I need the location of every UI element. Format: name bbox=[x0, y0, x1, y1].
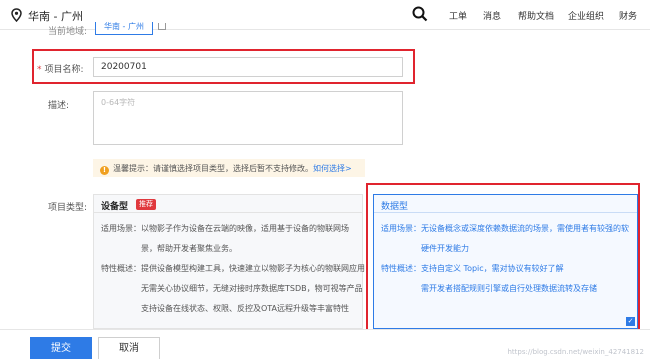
device-card-title: 设备型 bbox=[101, 202, 129, 212]
project-name-input[interactable]: 20200701 bbox=[93, 57, 403, 77]
project-name-label-text: 项目名称: bbox=[44, 65, 84, 75]
description-label: 描述: bbox=[48, 101, 70, 111]
cancel-button[interactable]: 取消 bbox=[98, 337, 160, 359]
device-line: 景，帮助开发者聚焦业务。 bbox=[141, 244, 237, 253]
data-card-title: 数据型 bbox=[381, 202, 409, 212]
bottom-action-bar: 提交 取消 https://blog.csdn.net/weixin_42741… bbox=[0, 329, 650, 359]
nav-item-tickets[interactable]: 工单 bbox=[449, 9, 467, 22]
project-type-label: 项目类型: bbox=[48, 203, 88, 213]
region-selector[interactable]: 华南 - 广州 bbox=[28, 8, 83, 24]
tip-text: 温馨提示：请谨慎选择项目类型，选择后暂不支持修改。 bbox=[113, 164, 313, 173]
device-line: 特性概述：提供设备模型构建工具，快速建立以物影子为核心的物联网应用 bbox=[101, 264, 365, 273]
device-line: 适用场景：以物影子作为设备在云端的映像，适用基于设备的物联网场 bbox=[101, 224, 349, 233]
nav-item-help-docs[interactable]: 帮助文档 bbox=[518, 9, 554, 22]
tip-banner: ! 温馨提示：请谨慎选择项目类型，选择后暂不支持修改。如何选择> bbox=[93, 159, 365, 177]
nav-item-organization[interactable]: 企业组织 bbox=[568, 9, 604, 22]
submit-button[interactable]: 提交 bbox=[30, 337, 92, 359]
data-line: 适用场景：无设备概念或深度依赖数据流的场景，需使用者有较强的软 bbox=[381, 224, 629, 233]
card-header bbox=[374, 195, 637, 213]
search-icon[interactable] bbox=[412, 6, 428, 22]
region-option-other[interactable] bbox=[158, 23, 166, 30]
project-form: 当前地域: 华南 - 广州 * 项目名称: 20200701 描述: 0-64字符… bbox=[0, 22, 650, 336]
data-line: 需开发者搭配规则引擎或自行处理数据流转及存储 bbox=[421, 284, 597, 293]
region-label: 当前地域: bbox=[48, 27, 88, 37]
device-line: 无需关心协议细节，无缝对接时序数据库TSDB，物可视等产品 bbox=[141, 284, 363, 293]
project-name-label: * 项目名称: bbox=[37, 62, 84, 75]
data-line: 特性概述：支持自定义 Topic，需对协议有较好了解 bbox=[381, 264, 564, 273]
data-line: 硬件开发能力 bbox=[421, 244, 469, 253]
project-type-data-card[interactable]: 数据型 适用场景：无设备概念或深度依赖数据流的场景，需使用者有较强的软 硬件开发… bbox=[373, 194, 638, 329]
device-line: 支持设备在线状态、权限、反控及OTA远程升级等丰富特性 bbox=[141, 304, 350, 313]
selected-check-icon: ✓ bbox=[626, 317, 635, 326]
location-pin-icon bbox=[11, 8, 22, 22]
nav-item-messages[interactable]: 消息 bbox=[483, 9, 501, 22]
recommended-badge: 推荐 bbox=[136, 199, 156, 210]
card-header bbox=[94, 195, 362, 213]
nav-item-finance[interactable]: 财务 bbox=[619, 9, 637, 22]
warning-icon: ! bbox=[100, 166, 109, 175]
watermark: https://blog.csdn.net/weixin_42741812 bbox=[507, 348, 644, 356]
region-option-selected[interactable]: 华南 - 广州 bbox=[95, 22, 153, 35]
required-mark: * bbox=[37, 65, 42, 75]
project-type-device-card[interactable]: 设备型 推荐 适用场景：以物影子作为设备在云端的映像，适用基于设备的物联网场 景… bbox=[93, 194, 365, 329]
description-textarea[interactable]: 0-64字符 bbox=[93, 91, 403, 145]
how-to-choose-link[interactable]: 如何选择> bbox=[313, 164, 352, 173]
